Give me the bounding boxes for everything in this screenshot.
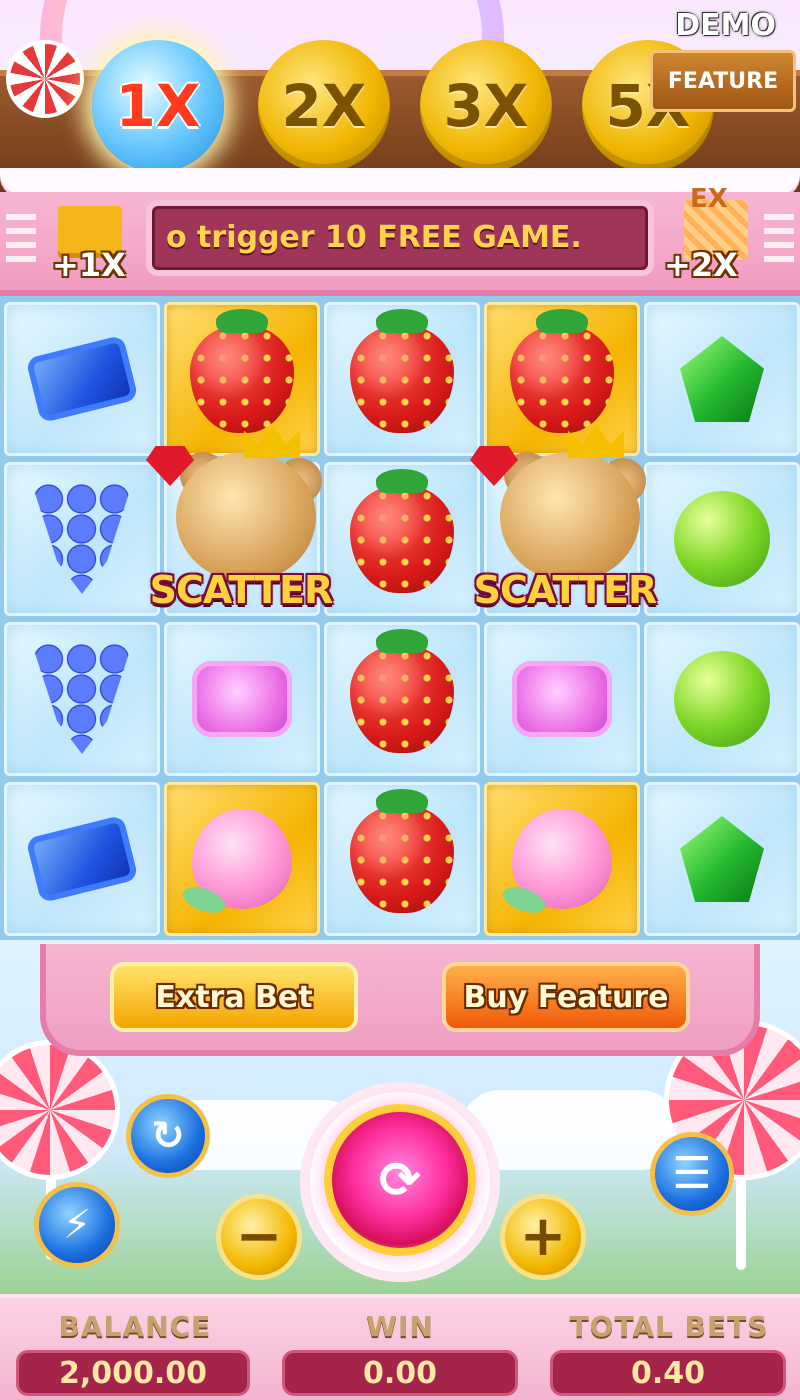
peach-symbol (192, 809, 292, 909)
menu-button[interactable]: ☰ (650, 1132, 734, 1216)
grapes-symbol (32, 644, 132, 754)
balance-value: 2,000.00 (16, 1350, 250, 1396)
game-screen: 1X 2X 3X 5X DEMO FEATURE +1X +2X EX o tr… (0, 0, 800, 1400)
minus-icon: − (235, 1204, 283, 1269)
pink-candy-symbol (192, 661, 292, 737)
cell-r3-c1 (164, 782, 320, 936)
multiplier-3x: 3X (420, 40, 552, 172)
cell-r3-c0 (4, 782, 160, 936)
strawberry-symbol (350, 629, 454, 753)
cell-r3-c3 (484, 782, 640, 936)
blue-candy-symbol (25, 334, 139, 424)
multiplier-2x: 2X (258, 40, 390, 172)
icing-divider (0, 168, 800, 194)
grapes-symbol (32, 484, 132, 594)
left-bonus-label: +1X (52, 246, 126, 284)
ex-badge: EX (690, 184, 728, 214)
total-bets-value[interactable]: 0.40 (550, 1350, 786, 1396)
pink-candy-symbol (512, 661, 612, 737)
menu-icon: ☰ (672, 1148, 712, 1199)
strawberry-symbol (350, 469, 454, 593)
cell-r2-c2 (324, 622, 480, 776)
win-label: WIN (366, 1310, 434, 1343)
lightning-icon: ⚡ (62, 1202, 92, 1248)
strawberry-symbol (510, 309, 614, 433)
scatter-symbol: SCATTER (126, 424, 356, 632)
scatter-label: SCATTER (149, 568, 334, 612)
cloud-decoration (460, 1090, 680, 1170)
win-value: 0.00 (282, 1350, 518, 1396)
strawberry-symbol (350, 789, 454, 913)
bear-icon (500, 452, 640, 582)
peach-symbol (512, 809, 612, 909)
multiplier-1x: 1X (92, 40, 224, 172)
total-bets-label: TOTAL BETS (569, 1310, 769, 1343)
balance-label: BALANCE (58, 1310, 212, 1343)
scatter-symbol: SCATTER (450, 424, 680, 632)
cell-r2-c0 (4, 622, 160, 776)
stripe-decoration (764, 214, 794, 264)
decrease-bet-button[interactable]: − (216, 1194, 302, 1280)
cell-r2-c3 (484, 622, 640, 776)
extra-bet-button[interactable]: Extra Bet (110, 962, 358, 1032)
cell-r2-c4 (644, 622, 800, 776)
message-marquee: o trigger 10 FREE GAME. (146, 200, 654, 276)
plus-icon: + (519, 1204, 567, 1269)
autoplay-icon: ↻ (151, 1113, 185, 1159)
cell-r3-c4 (644, 782, 800, 936)
blue-candy-symbol (25, 814, 139, 904)
autoplay-button[interactable]: ↻ (126, 1094, 210, 1178)
spin-button[interactable]: ⟳ (324, 1104, 476, 1256)
increase-bet-button[interactable]: + (500, 1194, 586, 1280)
marquee-text: o trigger 10 FREE GAME. (166, 220, 582, 255)
feature-button[interactable]: FEATURE (650, 50, 796, 112)
strawberry-symbol (190, 309, 294, 433)
candy-cane-decoration (6, 40, 84, 118)
demo-label: DEMO (675, 8, 776, 43)
strawberry-symbol (350, 309, 454, 433)
turbo-button[interactable]: ⚡ (34, 1182, 120, 1268)
green-gem-symbol (680, 336, 764, 422)
reel-grid: SCATTER SCATTER (0, 296, 800, 940)
cell-r2-c1 (164, 622, 320, 776)
scatter-label: SCATTER (473, 568, 658, 612)
bear-icon (176, 452, 316, 582)
lime-symbol (674, 491, 770, 587)
buy-feature-button[interactable]: Buy Feature (442, 962, 690, 1032)
stripe-decoration (6, 214, 36, 264)
green-gem-symbol (680, 816, 764, 902)
cell-r3-c2 (324, 782, 480, 936)
spin-icon: ⟳ (379, 1151, 421, 1209)
lime-symbol (674, 651, 770, 747)
right-bonus-label: +2X (664, 246, 738, 284)
